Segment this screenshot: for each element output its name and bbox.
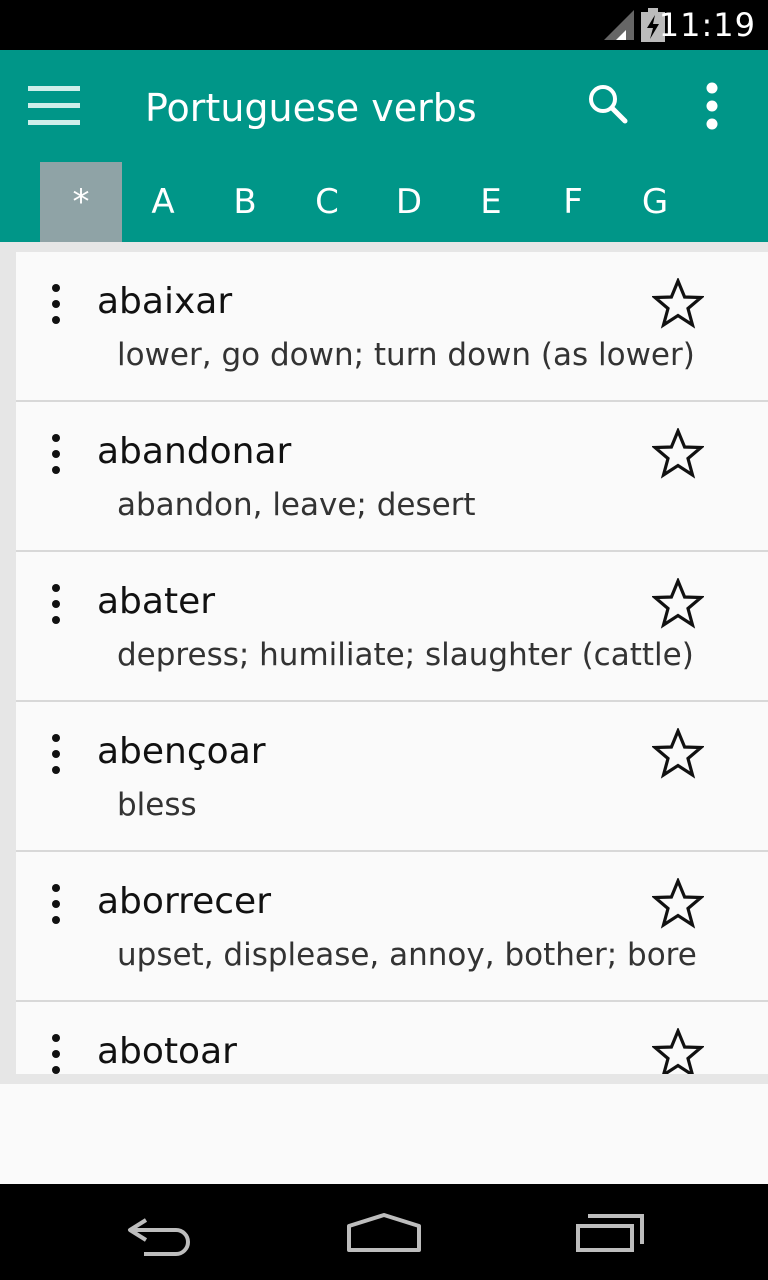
list-item[interactable]: aborrecer upset, displease, annoy, bothe…: [16, 852, 768, 1002]
list-item[interactable]: abençoar bless: [16, 702, 768, 852]
more-vert-icon[interactable]: [46, 732, 66, 776]
verb-meaning: abandon, leave; desert: [117, 487, 476, 523]
verb-meaning: upset, displease, annoy, bother; bore: [117, 937, 697, 973]
star-outline-icon[interactable]: [652, 428, 704, 480]
verb-meaning: bless: [117, 787, 197, 823]
verb-name: aborrecer: [97, 881, 272, 922]
more-vert-icon[interactable]: [46, 432, 66, 476]
letter-tabs: * A B C D E F G: [40, 162, 696, 242]
verb-list-container: abaixar lower, go down; turn down (as lo…: [0, 242, 768, 1084]
overflow-menu-button[interactable]: [690, 78, 734, 134]
search-icon: [589, 85, 628, 124]
status-time: 11:19: [658, 6, 756, 44]
back-icon[interactable]: [124, 1214, 196, 1256]
tab-d[interactable]: D: [368, 162, 450, 242]
tab-g[interactable]: G: [614, 162, 696, 242]
recents-icon[interactable]: [574, 1210, 646, 1254]
status-bar: 11:19: [0, 0, 768, 50]
verb-name: abandonar: [97, 431, 292, 472]
more-vert-icon[interactable]: [46, 282, 66, 326]
signal-icon: [604, 10, 634, 40]
menu-button[interactable]: [20, 76, 92, 136]
home-icon[interactable]: [345, 1212, 423, 1254]
tab-b[interactable]: B: [204, 162, 286, 242]
tab-a[interactable]: A: [122, 162, 204, 242]
navigation-bar: [0, 1184, 768, 1280]
star-outline-icon[interactable]: [652, 878, 704, 930]
more-vert-icon[interactable]: [46, 882, 66, 926]
tab-c[interactable]: C: [286, 162, 368, 242]
overflow-menu-icon: [706, 82, 718, 130]
app-title: Portuguese verbs: [145, 86, 477, 130]
verb-name: abater: [97, 581, 216, 622]
tab-f[interactable]: F: [532, 162, 614, 242]
star-outline-icon[interactable]: [652, 728, 704, 780]
tab-e[interactable]: E: [450, 162, 532, 242]
list-item[interactable]: abater depress; humiliate; slaughter (ca…: [16, 552, 768, 702]
more-vert-icon[interactable]: [46, 1032, 66, 1074]
verb-name: abotoar: [97, 1031, 237, 1072]
star-outline-icon[interactable]: [652, 578, 704, 630]
search-button[interactable]: [584, 80, 634, 130]
list-item[interactable]: abandonar abandon, leave; desert: [16, 402, 768, 552]
more-vert-icon[interactable]: [46, 582, 66, 626]
star-outline-icon[interactable]: [652, 1028, 704, 1074]
menu-icon: [28, 86, 84, 125]
verb-meaning: lower, go down; turn down (as lower): [117, 337, 695, 373]
list-item[interactable]: abotoar: [16, 1002, 768, 1074]
app-bar: Portuguese verbs * A B C D E F G: [0, 50, 768, 242]
verb-name: abaixar: [97, 281, 233, 322]
list-item[interactable]: abaixar lower, go down; turn down (as lo…: [16, 252, 768, 402]
tab-all[interactable]: *: [40, 162, 122, 242]
verb-meaning: depress; humiliate; slaughter (cattle): [117, 637, 694, 673]
star-outline-icon[interactable]: [652, 278, 704, 330]
verb-list[interactable]: abaixar lower, go down; turn down (as lo…: [16, 252, 768, 1074]
verb-name: abençoar: [97, 731, 266, 772]
